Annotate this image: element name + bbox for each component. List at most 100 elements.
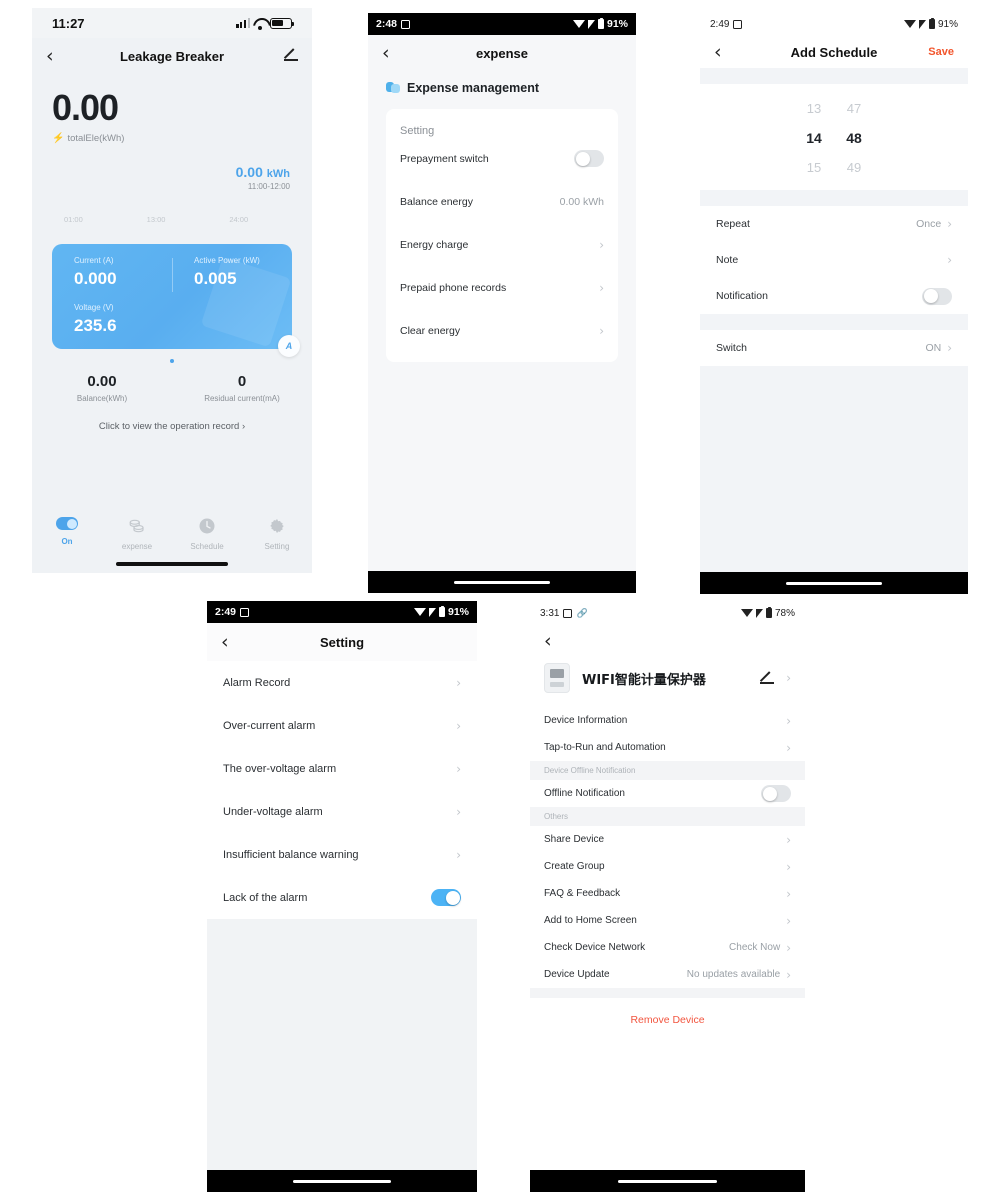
row-value: Once [916, 218, 942, 230]
row-label: FAQ & Feedback [544, 888, 621, 899]
status-time: 2:48 [376, 18, 398, 30]
row-device-update[interactable]: Device Update No updates available › [544, 961, 791, 988]
save-button[interactable]: Save [928, 46, 954, 58]
sd-card-icon [563, 608, 573, 618]
row-energy-charge[interactable]: Energy charge › [400, 223, 604, 266]
back-button[interactable]: ‹ [221, 632, 229, 652]
balance-value: 0.00 [87, 373, 117, 390]
chevron-right-icon: › [456, 761, 461, 776]
home-indicator [530, 1170, 805, 1192]
battery-icon [270, 17, 295, 29]
battery-icon [928, 17, 935, 29]
back-button[interactable]: ‹ [544, 631, 552, 651]
tab-setting[interactable]: Setting [242, 517, 312, 551]
row-tap-to-run[interactable]: Tap-to-Run and Automation › [544, 734, 791, 761]
row-value-wrap: ON › [925, 341, 952, 355]
residual-current-stat: 0 Residual current(mA) [172, 373, 312, 403]
row-device-information[interactable]: Device Information › [544, 707, 791, 734]
divider [530, 988, 805, 998]
chart-tick: 13:00 [146, 215, 166, 224]
picker-row-prev[interactable]: 13 47 [700, 94, 968, 123]
row-label: Tap-to-Run and Automation [544, 742, 666, 753]
row-share-device[interactable]: Share Device › [544, 826, 791, 853]
lack-alarm-toggle[interactable] [431, 889, 461, 906]
energy-chart[interactable]: 0.00 kWh 11:00-12:00 01:00 13:00 24:00 [32, 160, 312, 238]
tab-label: Schedule [190, 542, 224, 551]
row-label: Under-voltage alarm [223, 805, 323, 818]
row-switch[interactable]: Switch ON › [716, 330, 952, 366]
gear-icon [268, 517, 286, 535]
tab-schedule[interactable]: Schedule [172, 517, 242, 551]
row-over-current-alarm[interactable]: Over-current alarm › [223, 704, 461, 747]
row-prepaid-phone-records[interactable]: Prepaid phone records › [400, 266, 604, 309]
total-energy-label: ⚡ totalEle(kWh) [52, 133, 292, 144]
row-label: The over-voltage alarm [223, 762, 337, 775]
row-faq-feedback[interactable]: FAQ & Feedback › [544, 880, 791, 907]
row-offline-notification[interactable]: Offline Notification [544, 780, 791, 807]
row-add-to-home-screen[interactable]: Add to Home Screen › [544, 907, 791, 934]
row-repeat[interactable]: Repeat Once › [716, 206, 952, 242]
picker-row-selected[interactable]: 14 48 [700, 123, 968, 153]
edit-button[interactable] [284, 48, 298, 65]
bolt-icon: ⚡ [52, 133, 65, 144]
balance-stat: 0.00 Balance(kWh) [32, 373, 172, 403]
status-left: 2:49 [710, 19, 743, 30]
row-over-voltage-alarm[interactable]: The over-voltage alarm › [223, 747, 461, 790]
row-lack-of-the-alarm[interactable]: Lack of the alarm [223, 876, 461, 919]
wifi-icon [413, 608, 426, 616]
alarm-settings-list: Alarm Record › Over-current alarm › The … [207, 661, 477, 919]
row-clear-energy[interactable]: Clear energy › [400, 309, 604, 352]
phone-add-schedule: 2:49 91% ‹ Add Schedule Save 13 47 14 48… [700, 12, 968, 594]
row-label: Prepayment switch [400, 152, 489, 165]
signal-icon [755, 608, 763, 618]
row-insufficient-balance-warning[interactable]: Insufficient balance warning › [223, 833, 461, 876]
row-label: Insufficient balance warning [223, 848, 359, 861]
prepayment-toggle[interactable] [574, 150, 604, 167]
row-under-voltage-alarm[interactable]: Under-voltage alarm › [223, 790, 461, 833]
operation-record-link[interactable]: Click to view the operation record › [32, 421, 312, 432]
page-title: expense [475, 45, 529, 61]
chevron-right-icon: › [456, 804, 461, 819]
chart-tick: 24:00 [229, 215, 249, 224]
chevron-right-icon: › [599, 280, 604, 295]
picker-row-next[interactable]: 15 49 [700, 153, 968, 182]
phone-setting: 2:49 91% ‹ Setting Alarm Record › Over-c… [207, 601, 477, 1192]
back-button[interactable]: ‹ [714, 42, 722, 62]
row-alarm-record[interactable]: Alarm Record › [223, 661, 461, 704]
row-note[interactable]: Note › [716, 242, 952, 278]
row-check-device-network[interactable]: Check Device Network Check Now › [544, 934, 791, 961]
row-value-wrap: No updates available › [687, 968, 791, 982]
tab-expense[interactable]: expense [102, 517, 172, 551]
carousel-dot[interactable] [170, 359, 174, 363]
row-label: Balance energy [400, 195, 473, 208]
tab-on[interactable]: On [32, 517, 102, 551]
total-energy-value: 0.00 [52, 87, 119, 128]
notification-toggle[interactable] [922, 287, 952, 305]
back-button[interactable]: ‹ [382, 43, 390, 63]
offline-notification-toggle[interactable] [761, 785, 791, 802]
remove-device-button[interactable]: Remove Device [530, 998, 805, 1042]
row-prepayment-switch[interactable]: Prepayment switch [400, 137, 604, 180]
balance-label: Balance(kWh) [76, 394, 128, 403]
picker-hour: 15 [806, 160, 822, 175]
status-left: 2:49 [215, 606, 250, 618]
back-button[interactable]: ‹ [46, 46, 54, 66]
schedule-options-group1: Repeat Once › Note › Notification [700, 206, 968, 314]
battery-percent: 91% [937, 18, 958, 30]
pencil-icon[interactable] [760, 671, 774, 685]
coins-icon [128, 517, 146, 535]
row-label: Device Information [544, 715, 628, 726]
row-label: Notification [716, 290, 768, 302]
time-picker[interactable]: 13 47 14 48 15 49 [700, 84, 968, 190]
coins-icon [386, 81, 400, 95]
home-indicator [368, 571, 636, 593]
signal-icon [428, 607, 436, 617]
row-notification[interactable]: Notification [716, 278, 952, 314]
row-value: 0.00 kWh [559, 195, 604, 208]
residual-current-label: Residual current(mA) [204, 394, 280, 403]
chevron-right-icon: › [786, 967, 791, 982]
device-header[interactable]: WIFI智能计量保护器 › [530, 657, 805, 707]
phone-device-settings: 3:31 🔗 78% ‹ WIFI智能计量保护器 › Device Inform… [530, 601, 805, 1192]
navbar: ‹ Setting [207, 623, 477, 661]
row-create-group[interactable]: Create Group › [544, 853, 791, 880]
